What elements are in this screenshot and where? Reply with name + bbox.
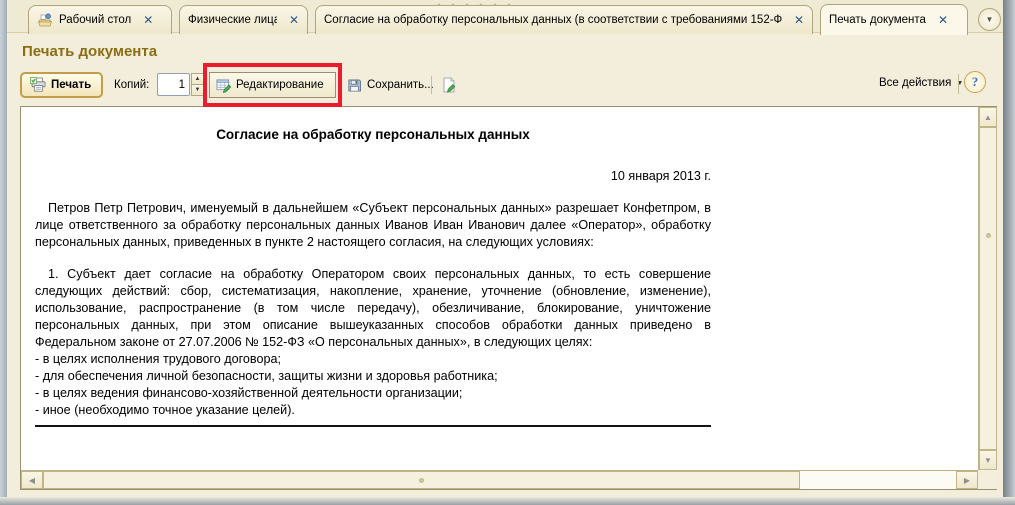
copies-stepper: ▲ ▼: [191, 73, 204, 96]
vertical-scrollbar[interactable]: ▲ ▼: [978, 107, 997, 470]
printer-icon: [30, 77, 46, 93]
horizontal-scrollbar[interactable]: ◀ ▶: [21, 470, 978, 489]
desktop-icon: [37, 12, 53, 28]
scroll-right-icon[interactable]: ▶: [956, 471, 978, 489]
tab-persons[interactable]: Физические лица ✕: [179, 5, 308, 34]
document-list-item: - иное (необходимо точное указание целей…: [35, 402, 711, 419]
window-frame-left: [0, 0, 7, 505]
save-label: Сохранить...: [367, 79, 434, 91]
spin-up-icon[interactable]: ▲: [191, 73, 204, 85]
scroll-left-icon[interactable]: ◀: [21, 471, 43, 489]
close-icon[interactable]: ✕: [289, 14, 299, 26]
scroll-down-icon[interactable]: ▼: [979, 450, 997, 470]
edit-button[interactable]: Редактирование: [209, 72, 336, 98]
all-actions-button[interactable]: Все действия ▼: [879, 77, 963, 89]
close-icon[interactable]: ✕: [794, 14, 804, 26]
print-button[interactable]: Печать: [20, 72, 103, 98]
copies-label: Копий:: [114, 79, 149, 91]
tab-list-dropdown-button[interactable]: ▼: [978, 8, 1001, 31]
spin-down-icon[interactable]: ▼: [191, 85, 204, 96]
document-list-item: - в целях исполнения трудового договора;: [35, 351, 711, 368]
document-paragraph: Петров Петр Петрович, именуемый в дальне…: [35, 200, 711, 251]
document-list-item: - в целях ведения финансово-хозяйственно…: [35, 385, 711, 402]
tab-label: Печать документа: [829, 14, 926, 26]
tab-consent[interactable]: Согласие на обработку персональных данны…: [315, 5, 813, 34]
question-mark-icon: ?: [972, 74, 979, 90]
scroll-up-icon[interactable]: ▲: [979, 107, 997, 127]
document-date: 10 января 2013 г.: [35, 169, 711, 183]
signature-line: [35, 425, 711, 427]
close-icon[interactable]: ✕: [938, 14, 948, 26]
tab-label: Физические лица: [188, 14, 277, 26]
page-title: Печать документа: [22, 43, 157, 60]
all-actions-label: Все действия: [879, 77, 951, 89]
document-paragraph: 1. Субъект дает согласие на обработку Оп…: [35, 266, 711, 351]
tab-label: Согласие на обработку персональных данны…: [324, 14, 782, 26]
floppy-disk-icon: [347, 78, 362, 93]
chevron-down-icon: ▼: [986, 15, 994, 24]
document-page: Согласие на обработку персональных данны…: [21, 107, 978, 470]
save-button[interactable]: Сохранить...: [347, 74, 434, 96]
save-copy-button[interactable]: [437, 73, 461, 97]
scrollbar-corner: [978, 470, 997, 489]
edit-label: Редактирование: [236, 79, 324, 91]
vertical-scrollbar-thumb[interactable]: [979, 127, 997, 450]
tab-print-document[interactable]: Печать документа ✕: [820, 4, 968, 35]
horizontal-scrollbar-thumb[interactable]: [43, 471, 800, 489]
toolbar-separator: [431, 76, 432, 94]
document-preview-panel: Согласие на обработку персональных данны…: [20, 106, 997, 490]
document-list-item: - для обеспечения личной безопасности, з…: [35, 368, 711, 385]
window-frame-right: [1003, 0, 1015, 505]
document-title: Согласие на обработку персональных данны…: [35, 127, 711, 142]
help-button[interactable]: ?: [964, 71, 986, 93]
page-edit-icon: [441, 77, 457, 93]
toolbar-separator: [958, 74, 959, 94]
tab-desktop[interactable]: Рабочий стол ✕: [28, 5, 172, 34]
table-edit-icon: [216, 78, 231, 93]
tab-label: Рабочий стол: [59, 14, 131, 26]
close-icon[interactable]: ✕: [143, 14, 153, 26]
copies-input[interactable]: [157, 73, 190, 96]
app-window: Рабочий стол ✕ Физические лица ✕ Согласи…: [0, 0, 1015, 505]
window-frame-bottom: [0, 497, 1015, 505]
print-label: Печать: [51, 79, 91, 91]
